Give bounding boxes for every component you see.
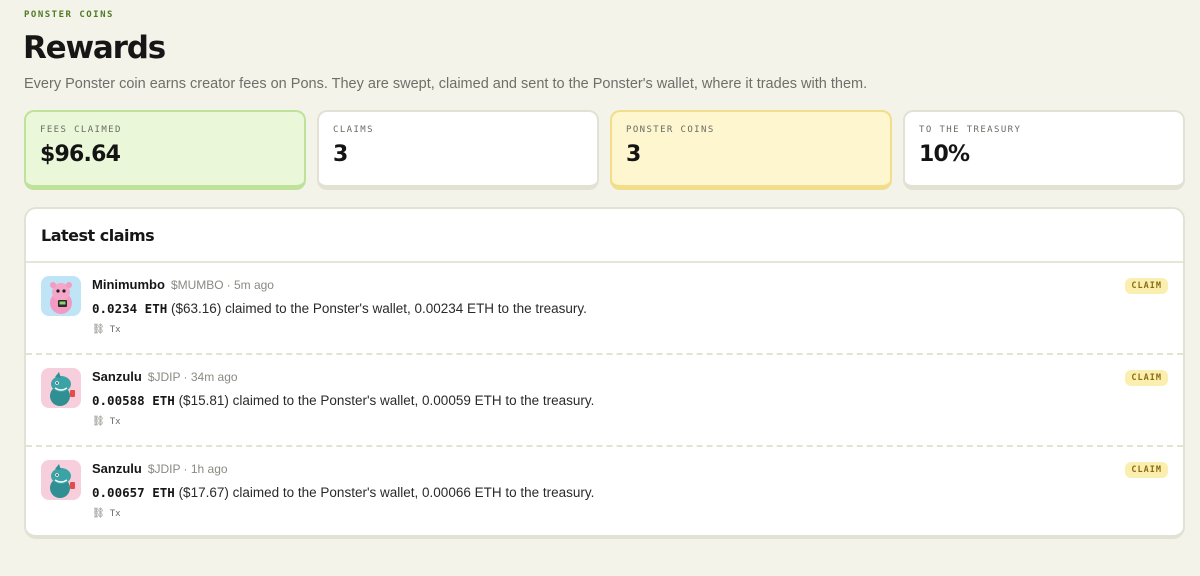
claim-text: claimed to the Ponster's wallet, 0.00059… [232,393,595,408]
claim-amount: 0.00657 ETH [92,485,175,500]
stat-label: PONSTER COINS [626,125,715,135]
tx-link[interactable]: ⛓ Tx [92,508,1168,519]
tx-link[interactable]: ⛓ Tx [92,416,1168,427]
stat-value: 10% [919,142,970,167]
coin-name[interactable]: Minimumbo [92,277,165,292]
stat-label: FEES CLAIMED [40,125,122,135]
claim-row: Sanzulu $JDIP · 34m ago 0.00588 ETH ($15… [26,355,1183,447]
pink-creature-icon[interactable] [41,276,81,316]
stat-label: TO THE TREASURY [919,125,1022,135]
claim-badge: CLAIM [1125,370,1168,386]
claim-text: claimed to the Ponster's wallet, 0.00234… [225,301,587,316]
stat-value: 3 [626,142,641,167]
tx-label: Tx [109,416,121,427]
coin-ticker: $JDIP [147,370,181,384]
claim-usd: ($63.16) [171,301,222,316]
stats-row: FEES CLAIMED $96.64 CLAIMS 3 PONSTER COI… [24,110,1185,190]
stat-label: CLAIMS [333,125,374,135]
claim-usd: ($15.81) [178,393,229,408]
page-subtitle: Every Ponster coin earns creator fees on… [24,76,868,92]
claim-row: Sanzulu $JDIP · 1h ago 0.00657 ETH ($17.… [26,447,1183,535]
claim-description: 0.00588 ETH ($15.81) claimed to the Pons… [92,393,1168,408]
stat-value: $96.64 [40,142,121,167]
claim-usd: ($17.67) [178,485,229,500]
stat-card-ponster-coins: PONSTER COINS 3 [610,110,892,190]
eyebrow-label: PONSTER COINS [24,10,114,20]
teal-creature-icon[interactable] [41,460,81,500]
page-title: Rewards [23,30,166,66]
tx-link[interactable]: ⛓ Tx [92,324,1168,335]
claim-text: claimed to the Ponster's wallet, 0.00066… [232,485,595,500]
claim-description: 0.0234 ETH ($63.16) claimed to the Ponst… [92,301,1168,316]
claim-row: Minimumbo $MUMBO · 5m ago 0.0234 ETH ($6… [26,263,1183,355]
claim-badge: CLAIM [1125,462,1168,478]
claim-time: · 5m ago [226,278,274,292]
coin-name[interactable]: Sanzulu [92,461,142,476]
link-icon: ⛓ [92,508,105,519]
claim-badge: CLAIM [1125,278,1168,294]
claim-time: · 1h ago [183,462,228,476]
stat-value: 3 [333,142,348,167]
claim-description: 0.00657 ETH ($17.67) claimed to the Pons… [92,485,1168,500]
coin-ticker: $JDIP [147,462,181,476]
teal-creature-icon[interactable] [41,368,81,408]
claim-amount: 0.00588 ETH [92,393,175,408]
panel-title: Latest claims [41,226,155,245]
claim-time: · 34m ago [183,370,238,384]
link-icon: ⛓ [92,324,105,335]
link-icon: ⛓ [92,416,105,427]
tx-label: Tx [109,508,121,519]
stat-card-fees-claimed: FEES CLAIMED $96.64 [24,110,306,190]
latest-claims-panel: Latest claims Minimumbo $MUMBO · 5m ago [24,207,1185,539]
coin-name[interactable]: Sanzulu [92,369,142,384]
tx-label: Tx [109,324,121,335]
stat-card-treasury: TO THE TREASURY 10% [903,110,1185,190]
panel-header: Latest claims [26,209,1183,263]
stat-card-claims: CLAIMS 3 [317,110,599,190]
coin-ticker: $MUMBO [170,278,224,292]
claim-amount: 0.0234 ETH [92,301,168,316]
